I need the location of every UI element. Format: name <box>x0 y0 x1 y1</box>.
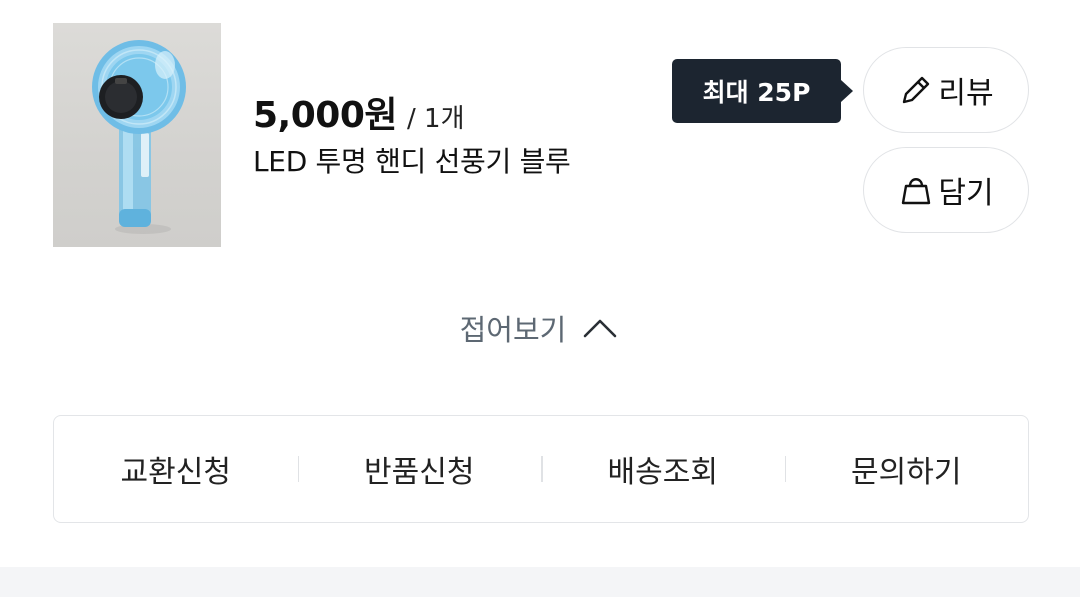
return-request-button[interactable]: 반품신청 <box>297 447 542 491</box>
pencil-icon <box>898 72 934 108</box>
price-row: 5,000원 / 1개 <box>253 86 465 138</box>
review-button[interactable]: 리뷰 <box>863 47 1029 133</box>
collapse-label: 접어보기 <box>459 313 567 347</box>
shopping-bag-icon <box>898 172 934 208</box>
product-name: LED 투명 핸디 선풍기 블루 <box>253 145 571 178</box>
points-tooltip: 최대 25P <box>672 59 853 123</box>
product-image[interactable] <box>53 23 221 247</box>
product-quantity: / 1개 <box>407 104 465 134</box>
exchange-request-button[interactable]: 교환신청 <box>54 447 298 491</box>
add-to-cart-button[interactable]: 담기 <box>863 147 1029 233</box>
order-item-card: 5,000원 / 1개 LED 투명 핸디 선풍기 블루 최대 25P 리뷰 담… <box>0 0 1080 597</box>
track-delivery-button[interactable]: 배송조회 <box>541 447 785 491</box>
cart-button-label: 담기 <box>938 176 994 211</box>
product-price: 5,000원 <box>253 95 398 136</box>
review-button-label: 리뷰 <box>938 76 994 111</box>
handheld-fan-image <box>92 40 186 234</box>
chevron-up-icon <box>580 312 620 344</box>
section-divider <box>0 567 1080 597</box>
inquiry-button[interactable]: 문의하기 <box>784 447 1029 491</box>
collapse-toggle[interactable]: 접어보기 <box>0 304 1080 352</box>
order-action-bar: 교환신청 반품신청 배송조회 문의하기 <box>53 415 1029 523</box>
